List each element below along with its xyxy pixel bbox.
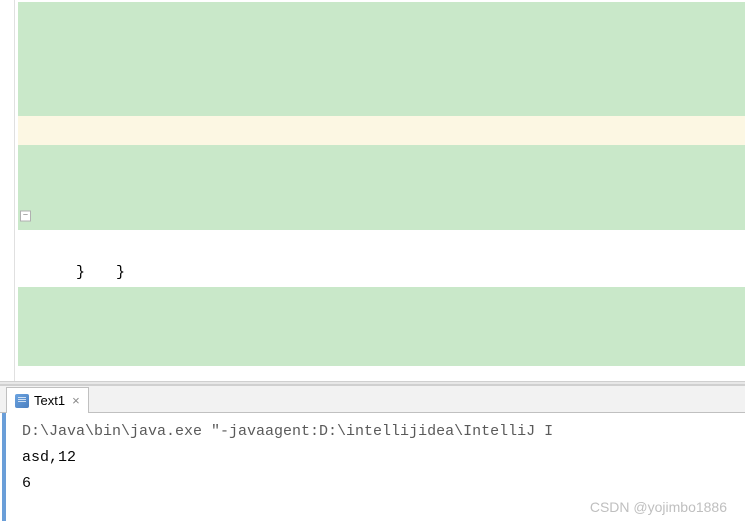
code-line-blank-2[interactable] <box>18 259 745 288</box>
console-output-line: 6 <box>6 471 745 497</box>
code-line-8[interactable]: − } <box>18 202 745 231</box>
code-line-9[interactable]: } <box>18 230 745 259</box>
code-line-5-highlighted[interactable]: System.out.println(a.toString()); <box>18 116 745 145</box>
code-line-3[interactable]: a.add("asd"); <box>18 59 745 88</box>
code-line-blank-3[interactable] <box>18 287 745 316</box>
code-line-blank-4[interactable] <box>18 316 745 345</box>
code-editor[interactable]: public static void main(String[] args) {… <box>0 0 745 381</box>
watermark: CSDN @yojimbo1886 <box>590 499 727 515</box>
console-output[interactable]: D:\Java\bin\java.exe "-javaagent:D:\inte… <box>2 413 745 521</box>
text-file-icon <box>15 394 29 408</box>
tab-text1[interactable]: Text1 × <box>6 387 89 413</box>
code-line-1[interactable]: public static void main(String[] args) { <box>18 2 745 31</box>
code-content: public static void main(String[] args) {… <box>0 0 745 366</box>
code-line-4[interactable]: a.add("12"); <box>18 88 745 117</box>
gutter-line <box>14 0 15 381</box>
console-command-line: D:\Java\bin\java.exe "-javaagent:D:\inte… <box>6 419 745 445</box>
code-line-blank[interactable] <box>18 173 745 202</box>
console-output-line: asd,12 <box>6 445 745 471</box>
code-line-blank-5[interactable] <box>18 344 745 366</box>
code-line-2[interactable]: StringJoiner a = new StringJoiner( delim… <box>18 31 745 60</box>
console-tab-bar: Text1 × <box>0 385 745 413</box>
tab-label: Text1 <box>34 393 65 408</box>
close-icon[interactable]: × <box>72 393 80 408</box>
fold-icon[interactable]: − <box>20 210 31 221</box>
code-line-6[interactable]: System.out.println(a.length()); <box>18 145 745 174</box>
